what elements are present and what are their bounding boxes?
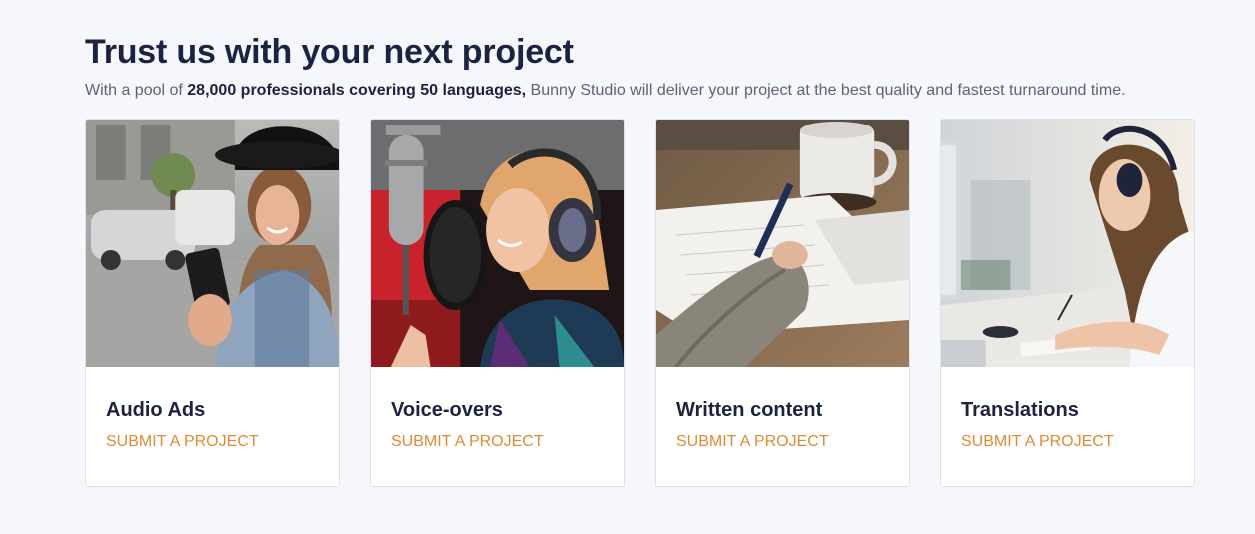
subtitle-suffix: Bunny Studio will deliver your project a… xyxy=(526,82,1126,99)
card-body: Voice-overs SUBMIT A PROJECT xyxy=(371,367,624,453)
service-cards: Audio Ads SUBMIT A PROJECT Voice-overs S… xyxy=(85,119,1195,487)
submit-project-link[interactable]: SUBMIT A PROJECT xyxy=(676,431,829,453)
trust-section: Trust us with your next project With a p… xyxy=(0,0,1255,534)
card-body: Translations SUBMIT A PROJECT xyxy=(941,367,1194,453)
submit-project-link[interactable]: SUBMIT A PROJECT xyxy=(961,431,1114,453)
woman-headphones-desk-photo xyxy=(941,120,1194,367)
woman-singing-microphone-photo xyxy=(371,120,624,367)
card-title: Written content xyxy=(676,399,823,421)
subtitle-prefix: With a pool of xyxy=(85,82,188,99)
card-translations[interactable]: Translations SUBMIT A PROJECT xyxy=(940,119,1195,487)
submit-project-link[interactable]: SUBMIT A PROJECT xyxy=(391,431,544,453)
hand-writing-notes-photo xyxy=(656,120,909,367)
subtitle-highlight: 28,000 professionals covering 50 languag… xyxy=(187,82,527,99)
card-title: Audio Ads xyxy=(106,399,206,421)
card-voice-overs[interactable]: Voice-overs SUBMIT A PROJECT xyxy=(370,119,625,487)
card-title: Voice-overs xyxy=(391,399,503,421)
card-body: Audio Ads SUBMIT A PROJECT xyxy=(86,367,339,453)
card-audio-ads[interactable]: Audio Ads SUBMIT A PROJECT xyxy=(85,119,340,487)
card-body: Written content SUBMIT A PROJECT xyxy=(656,367,909,453)
woman-with-phone-photo xyxy=(86,120,339,367)
section-title: Trust us with your next project xyxy=(85,33,574,71)
submit-project-link[interactable]: SUBMIT A PROJECT xyxy=(106,431,259,453)
section-subtitle: With a pool of 28,000 professionals cove… xyxy=(85,80,1126,102)
card-written-content[interactable]: Written content SUBMIT A PROJECT xyxy=(655,119,910,487)
card-title: Translations xyxy=(961,399,1079,421)
